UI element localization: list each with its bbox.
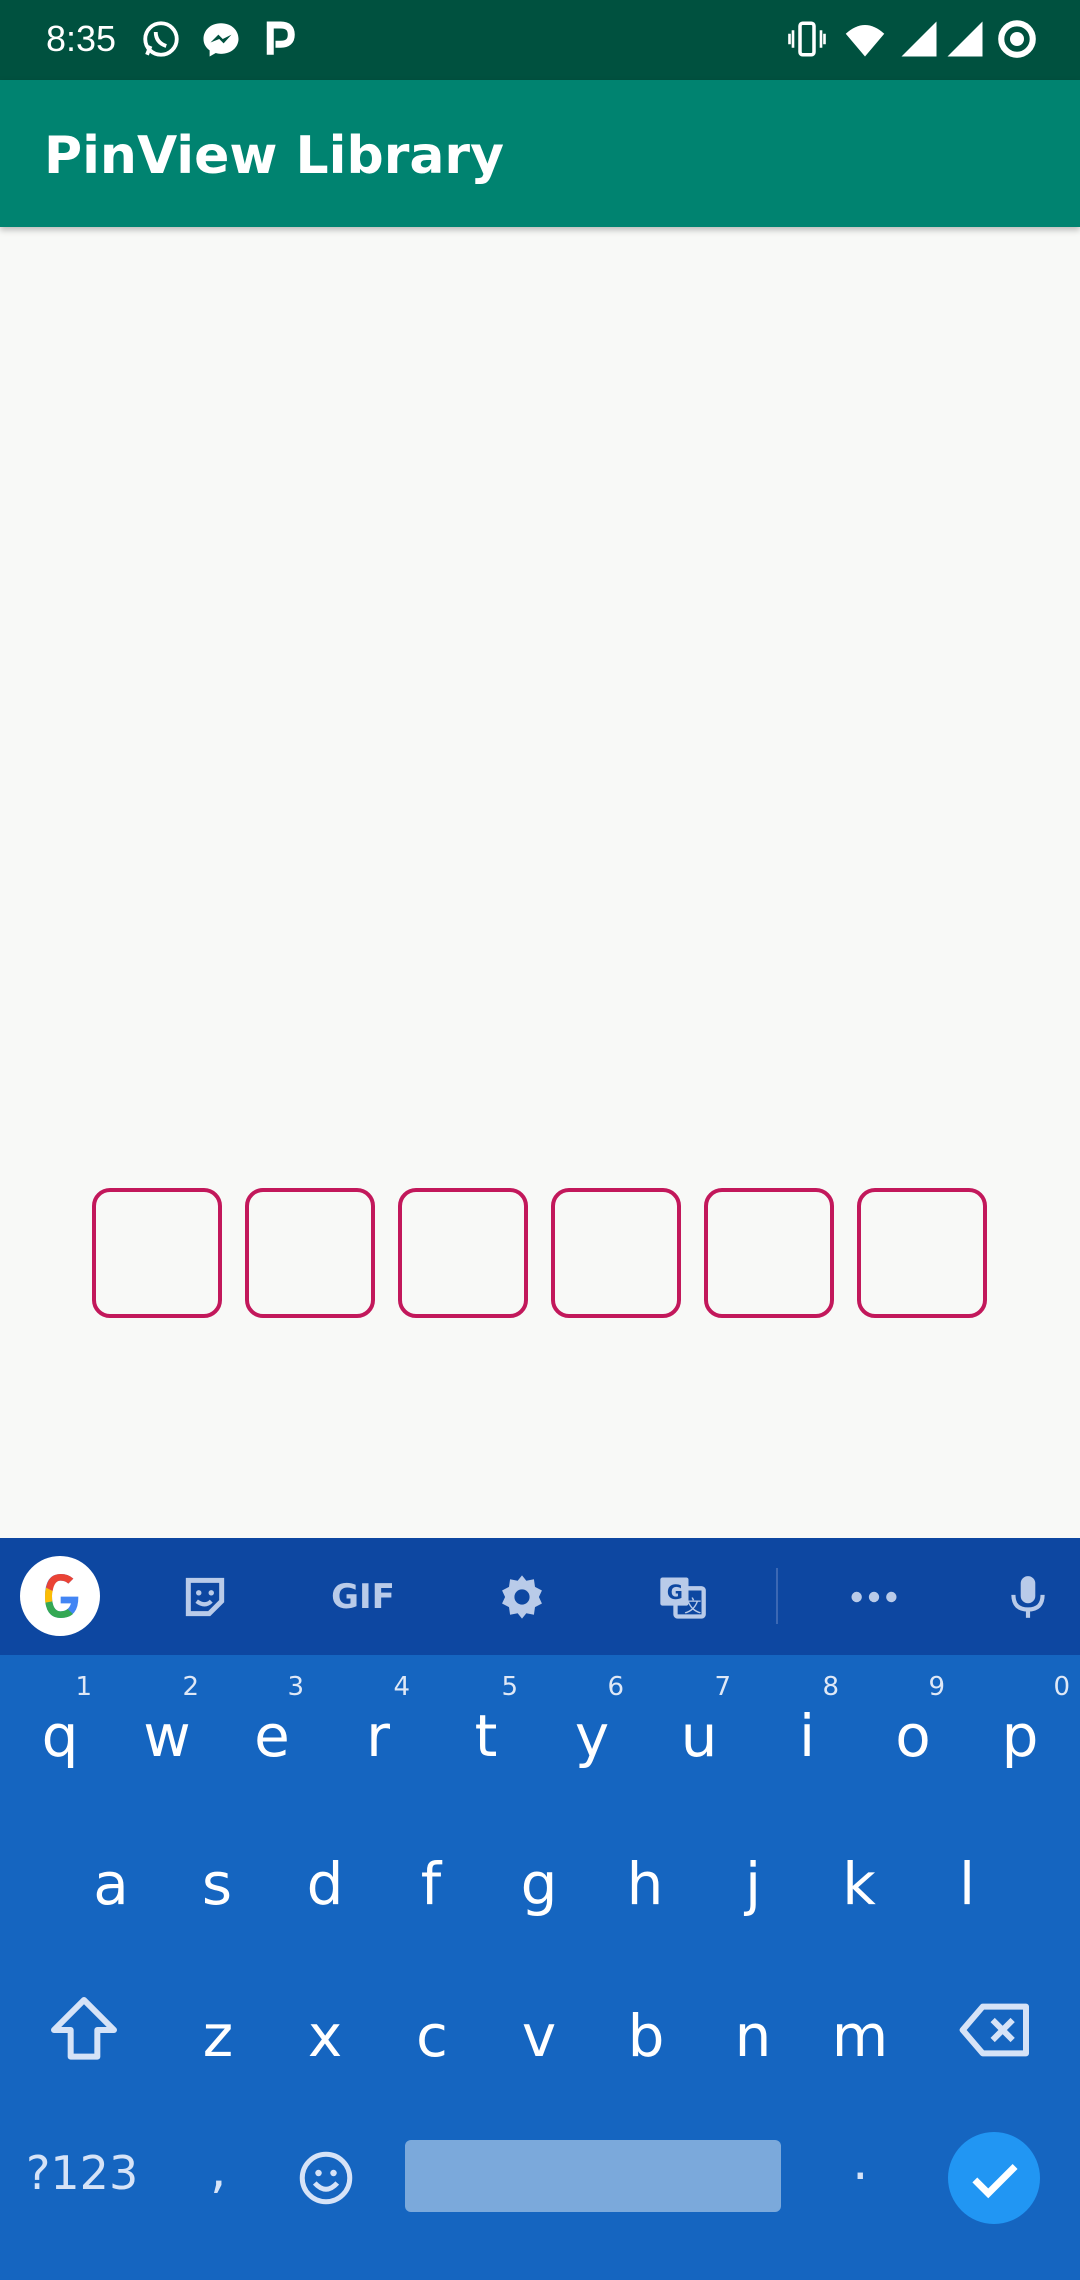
check-icon <box>972 2164 1018 2199</box>
google-icon[interactable] <box>20 1556 100 1636</box>
key-v[interactable]: v <box>489 1972 589 2092</box>
enter-key[interactable] <box>948 2132 1040 2224</box>
key-j[interactable]: j <box>703 1820 803 1940</box>
pin-box[interactable] <box>245 1188 375 1318</box>
toolbar-divider <box>776 1568 778 1624</box>
key-l[interactable]: l <box>917 1820 1017 1940</box>
status-bar: 8:35 <box>0 0 1080 80</box>
key-z[interactable]: z <box>168 1972 268 2092</box>
key-m[interactable]: m <box>810 1972 910 2092</box>
symbols-key[interactable]: ?123 <box>26 2146 138 2200</box>
pin-box[interactable] <box>857 1188 987 1318</box>
backspace-key[interactable] <box>956 1990 1036 2070</box>
parking-p-icon <box>266 21 295 55</box>
keyboard-toolbar: GIF G 文 <box>0 1538 1080 1655</box>
key-c[interactable]: c <box>382 1972 482 2092</box>
key-g[interactable]: g <box>489 1820 589 1940</box>
signal-icon <box>947 21 983 57</box>
circle-record-icon <box>998 20 1036 58</box>
key-k[interactable]: k <box>809 1820 909 1940</box>
key-x[interactable]: x <box>275 1972 375 2092</box>
key-s[interactable]: s <box>167 1820 267 1940</box>
status-time: 8:35 <box>46 18 117 59</box>
app-bar: PinView Library <box>0 80 1080 227</box>
key-d[interactable]: d <box>275 1820 375 1940</box>
app-title: PinView Library <box>44 126 504 186</box>
more-icon[interactable] <box>844 1538 904 1655</box>
key-n[interactable]: n <box>703 1972 803 2092</box>
key-u[interactable]: u7 <box>649 1672 749 1792</box>
signal-icon <box>901 21 937 57</box>
messenger-icon <box>203 23 239 57</box>
vibrate-icon <box>788 21 826 57</box>
key-i[interactable]: i8 <box>757 1672 857 1792</box>
shift-icon <box>51 1997 117 2060</box>
key-h[interactable]: h <box>595 1820 695 1940</box>
backspace-icon <box>959 2003 1029 2057</box>
key-a[interactable]: a <box>61 1820 161 1940</box>
whatsapp-icon <box>143 21 179 57</box>
gif-button[interactable]: GIF <box>318 1538 408 1655</box>
sticker-icon[interactable] <box>170 1538 240 1655</box>
pin-view[interactable] <box>92 1188 990 1318</box>
key-o[interactable]: o9 <box>863 1672 963 1792</box>
pin-box[interactable] <box>704 1188 834 1318</box>
key-b[interactable]: b <box>596 1972 696 2092</box>
comma-key[interactable]: , <box>210 2140 227 2200</box>
mic-icon[interactable] <box>1000 1538 1056 1655</box>
svg-text:文: 文 <box>684 1597 701 1617</box>
key-r[interactable]: r4 <box>328 1672 428 1792</box>
space-bar[interactable] <box>405 2140 781 2212</box>
pin-box[interactable] <box>551 1188 681 1318</box>
key-e[interactable]: e3 <box>222 1672 322 1792</box>
shift-key[interactable] <box>44 1990 124 2070</box>
pin-box[interactable] <box>92 1188 222 1318</box>
settings-icon[interactable] <box>490 1538 554 1655</box>
key-t[interactable]: t5 <box>436 1672 536 1792</box>
key-y[interactable]: y6 <box>542 1672 642 1792</box>
wifi-icon <box>845 25 885 57</box>
key-w[interactable]: w2 <box>117 1672 217 1792</box>
key-p[interactable]: p0 <box>970 1672 1070 1792</box>
pin-box[interactable] <box>398 1188 528 1318</box>
svg-text:G: G <box>667 1581 683 1604</box>
key-f[interactable]: f <box>381 1820 481 1940</box>
emoji-key[interactable] <box>296 2148 356 2208</box>
emoji-icon <box>299 2151 353 2205</box>
key-q[interactable]: q1 <box>10 1672 110 1792</box>
translate-icon[interactable]: G 文 <box>650 1538 714 1655</box>
period-key[interactable]: . <box>852 2132 869 2192</box>
